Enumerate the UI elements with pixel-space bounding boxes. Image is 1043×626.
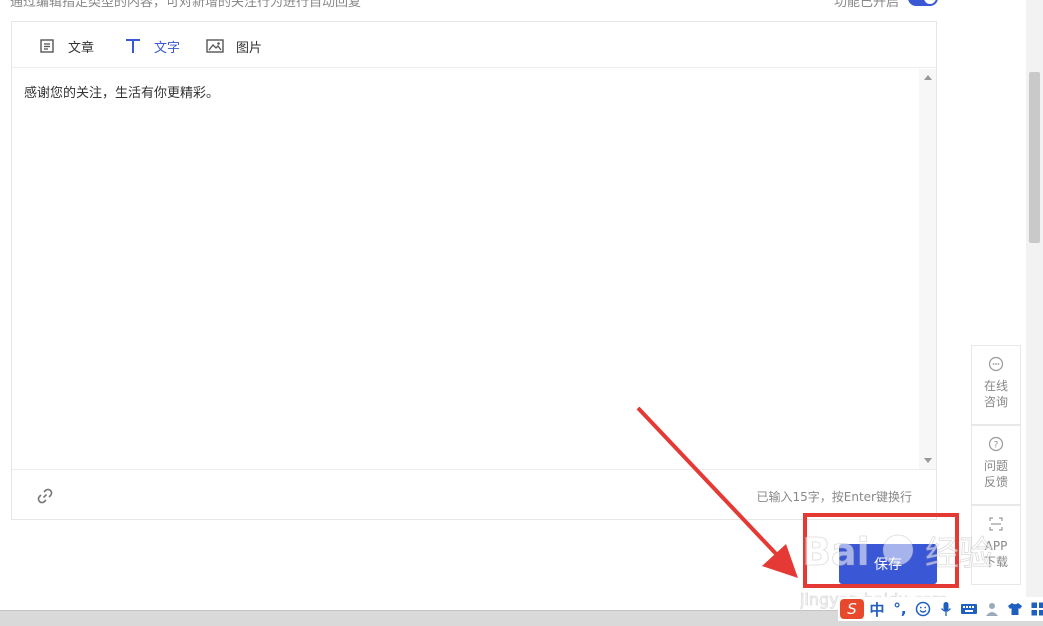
app-download-button[interactable]: APP下载 xyxy=(971,505,1021,585)
tab-text[interactable]: 文字 xyxy=(123,35,180,57)
ime-mode[interactable]: 中 xyxy=(867,599,887,619)
microphone-icon[interactable] xyxy=(936,599,956,619)
tab-label: 文字 xyxy=(154,40,181,56)
skin-shirt-icon[interactable] xyxy=(1005,599,1025,619)
article-icon xyxy=(37,36,57,56)
feature-status: 功能已开启 xyxy=(834,0,900,10)
page-scrollbar-thumb[interactable] xyxy=(1029,72,1040,243)
tab-article[interactable]: 文章 xyxy=(37,35,94,57)
ime-toolbar: S 中 °, xyxy=(838,597,1043,621)
svg-text:?: ? xyxy=(994,441,999,451)
tab-label: 图片 xyxy=(236,40,263,56)
side-tool-label: 问题反馈 xyxy=(983,459,1008,489)
keyboard-icon[interactable] xyxy=(959,599,979,619)
chat-icon xyxy=(988,356,1004,372)
message-content: 感谢您的关注，生活有你更精彩。 xyxy=(24,86,220,101)
text-icon xyxy=(123,36,143,56)
question-icon: ? xyxy=(988,436,1004,452)
content-type-tabs: 文章 文字 图片 xyxy=(12,22,936,68)
toolbox-grid-icon[interactable] xyxy=(1028,599,1043,619)
online-consult-button[interactable]: 在线咨询 xyxy=(971,345,1021,425)
side-tool-label: APP下载 xyxy=(983,539,1008,569)
textarea-scrollbar[interactable] xyxy=(919,69,936,469)
link-icon[interactable] xyxy=(36,487,54,505)
user-icon[interactable] xyxy=(982,599,1002,619)
tab-label: 文章 xyxy=(68,40,95,56)
scroll-down-arrow-icon[interactable] xyxy=(924,458,932,463)
auto-reply-hint: 通过编辑指定类型的内容，可对新增的关注行为进行自动回复 xyxy=(10,0,362,10)
tab-image[interactable]: 图片 xyxy=(205,35,262,57)
save-button[interactable]: 保存 xyxy=(839,544,937,584)
side-tool-label: 在线咨询 xyxy=(983,379,1008,409)
image-icon xyxy=(205,36,225,56)
feature-toggle[interactable] xyxy=(908,0,938,6)
ime-punctuation[interactable]: °, xyxy=(890,599,910,619)
emoji-icon[interactable] xyxy=(913,599,933,619)
qrcode-icon xyxy=(988,516,1004,532)
annotation-arrow xyxy=(636,406,798,578)
scroll-up-arrow-icon[interactable] xyxy=(924,75,932,80)
sogou-logo[interactable]: S xyxy=(840,599,864,619)
feedback-button[interactable]: ? 问题反馈 xyxy=(971,425,1021,505)
